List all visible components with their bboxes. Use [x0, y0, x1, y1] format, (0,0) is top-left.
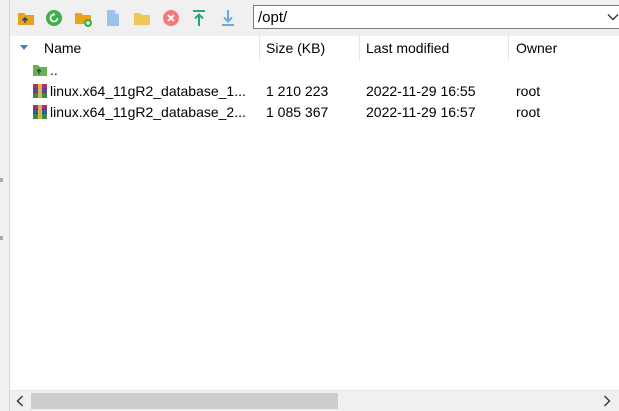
file-row[interactable]: linux.x64_11gR2_database_2... 1 085 367 … — [10, 102, 619, 123]
column-header-owner[interactable]: Owner — [516, 40, 557, 56]
file-row[interactable]: linux.x64_11gR2_database_1... 1 210 223 … — [10, 81, 619, 102]
refresh-icon — [46, 10, 62, 26]
scrollbar-thumb[interactable] — [31, 393, 338, 409]
path-dropdown-button[interactable] — [602, 6, 619, 28]
toolbar: /opt/ — [10, 0, 619, 36]
column-header: Name Size (KB) Last modified Owner — [10, 36, 619, 60]
file-owner: root — [516, 104, 541, 120]
scroll-right-button[interactable] — [597, 391, 617, 411]
column-header-size[interactable]: Size (KB) — [266, 40, 325, 56]
file-last-modified: 2022-11-29 16:57 — [366, 104, 476, 120]
path-input[interactable]: /opt/ — [258, 9, 287, 26]
download-icon — [222, 10, 234, 26]
open-folder-button[interactable] — [132, 8, 152, 28]
column-header-last-modified[interactable]: Last modified — [366, 40, 449, 56]
upload-button[interactable] — [189, 8, 209, 28]
file-name: .. — [50, 62, 58, 78]
archive-file-icon — [33, 84, 47, 98]
open-folder-icon — [134, 13, 150, 25]
new-file-icon — [107, 10, 119, 26]
new-folder-icon — [74, 12, 92, 27]
parent-directory-button[interactable] — [16, 8, 36, 28]
sort-descending-icon — [20, 45, 28, 50]
file-owner: root — [516, 83, 541, 99]
scroll-left-button[interactable] — [10, 391, 30, 411]
parent-folder-icon — [33, 65, 47, 76]
file-row-parent[interactable]: .. — [10, 60, 619, 81]
new-file-button[interactable] — [103, 8, 123, 28]
new-folder-button[interactable] — [73, 8, 93, 28]
horizontal-scrollbar[interactable] — [10, 390, 619, 411]
left-panel-edge — [0, 0, 10, 411]
column-divider[interactable] — [259, 36, 260, 60]
delete-button[interactable] — [161, 8, 181, 28]
chevron-right-icon — [604, 395, 611, 407]
splitter-mark — [0, 236, 3, 240]
column-divider[interactable] — [359, 36, 360, 60]
parent-directory-icon — [18, 13, 34, 25]
splitter-mark — [0, 178, 3, 182]
file-name: linux.x64_11gR2_database_1... — [50, 83, 246, 99]
file-size: 1 085 367 — [266, 104, 329, 120]
column-divider[interactable] — [508, 36, 509, 60]
path-combobox[interactable]: /opt/ — [253, 5, 619, 29]
file-last-modified: 2022-11-29 16:55 — [366, 83, 476, 99]
upload-icon — [193, 10, 205, 26]
file-size: 1 210 223 — [266, 83, 329, 99]
chevron-left-icon — [16, 395, 23, 407]
chevron-down-icon — [607, 14, 619, 21]
delete-icon — [163, 10, 179, 26]
refresh-button[interactable] — [44, 8, 64, 28]
column-header-name[interactable]: Name — [44, 40, 81, 56]
download-button[interactable] — [218, 8, 238, 28]
archive-file-icon — [33, 105, 47, 119]
file-name: linux.x64_11gR2_database_2... — [50, 104, 246, 120]
